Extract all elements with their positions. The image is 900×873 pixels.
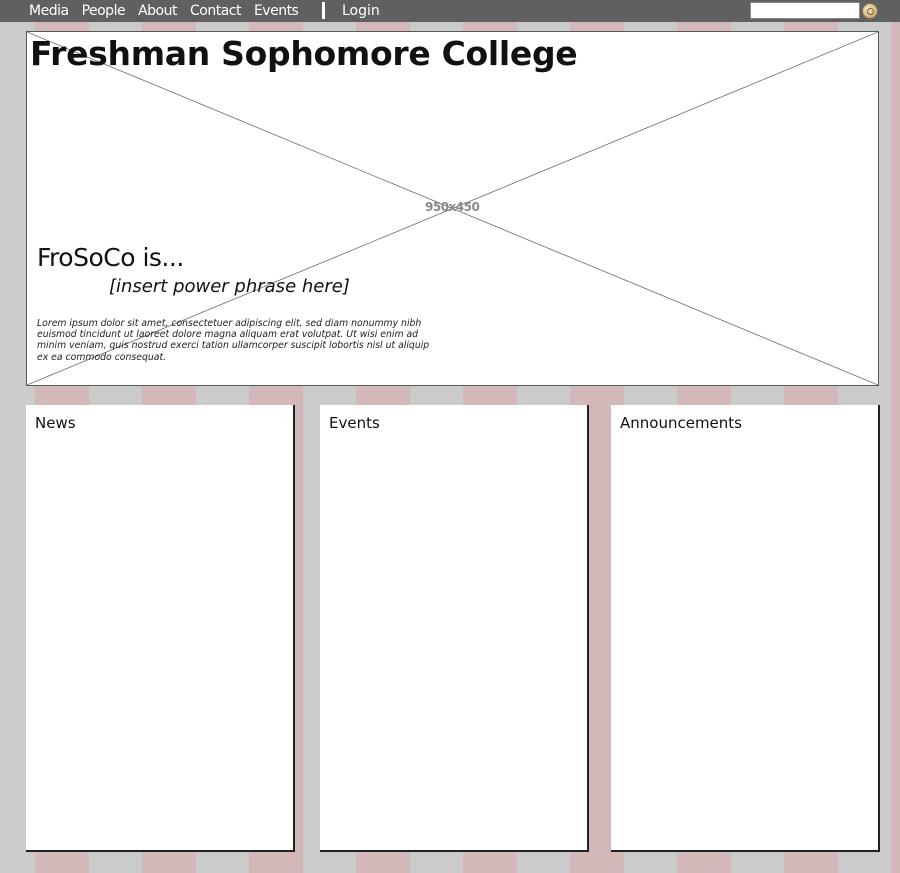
image-placeholder-size: 950x450: [425, 200, 480, 214]
news-panel-title: News: [35, 414, 76, 432]
search-input[interactable]: [750, 2, 860, 19]
tagline-lead: FroSoCo is...: [37, 243, 184, 272]
events-panel: Events: [320, 405, 589, 852]
nav-item-people[interactable]: People: [82, 2, 126, 20]
hero-banner: 950x450 Freshman Sophomore College FroSo…: [26, 31, 879, 386]
nav-item-events[interactable]: Events: [254, 2, 299, 20]
site-title: Freshman Sophomore College: [30, 34, 578, 73]
nav-item-contact[interactable]: Contact: [190, 2, 241, 20]
search-button-icon[interactable]: [862, 3, 878, 19]
tagline-phrase: [insert power phrase here]: [109, 276, 350, 297]
announcements-panel-title: Announcements: [620, 414, 742, 432]
nav-item-media[interactable]: Media: [29, 2, 69, 20]
nav-divider: [322, 2, 325, 19]
announcements-panel: Announcements: [611, 405, 880, 852]
hero-body-text: Lorem ipsum dolor sit amet, consectetuer…: [37, 318, 430, 363]
top-navigation-bar: Media People About Contact Events Login: [0, 0, 900, 22]
main-nav: Media People About Contact Events: [29, 2, 311, 20]
login-link[interactable]: Login: [342, 2, 380, 20]
nav-item-about[interactable]: About: [138, 2, 177, 20]
events-panel-title: Events: [329, 414, 380, 432]
news-panel: News: [26, 405, 295, 852]
